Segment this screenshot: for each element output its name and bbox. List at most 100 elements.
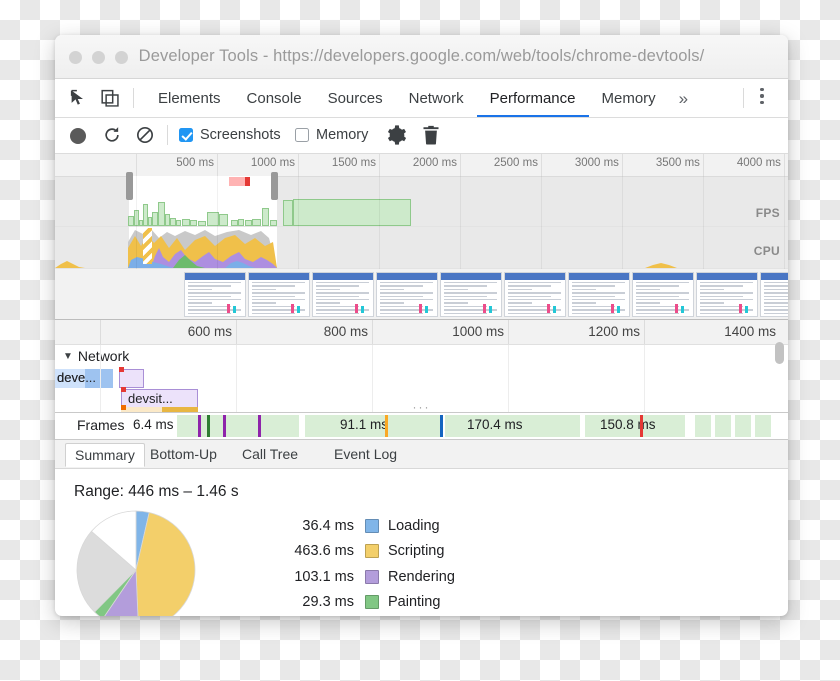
memory-checkbox-box[interactable] (295, 128, 309, 142)
network-request-bar-text: deve... (55, 369, 113, 388)
thumbnail-text-line (252, 288, 276, 291)
thumbnail-accent-cyan (233, 306, 236, 313)
flamechart-gridline (508, 345, 509, 412)
memory-checkbox[interactable]: Memory (295, 127, 368, 143)
overview-gridline (621, 176, 623, 269)
tab-network[interactable]: Network (396, 80, 477, 117)
overview-handle-right[interactable] (271, 172, 278, 200)
thumbnail-text-line (252, 282, 305, 284)
reload-icon[interactable] (102, 125, 122, 145)
legend-label: Painting (388, 594, 441, 611)
thumbnail-text-line (700, 305, 744, 308)
cpu-area-chart (55, 229, 677, 268)
overview-tick-label: 1500 ms (331, 157, 376, 169)
overview-tick: 4000 ms (702, 154, 785, 176)
tab-elements[interactable]: Elements (145, 80, 234, 117)
screenshots-checkbox[interactable]: Screenshots (179, 127, 281, 143)
frame-block[interactable] (755, 415, 771, 437)
filmstrip-thumbnail[interactable] (568, 272, 630, 317)
tabbar-divider (133, 88, 134, 108)
thumbnail-text-line (444, 292, 497, 294)
filmstrip-thumbnail[interactable] (312, 272, 374, 317)
frame-block[interactable] (177, 415, 299, 437)
thumbnail-text-line (764, 295, 788, 297)
details-tab-bottom-up[interactable]: Bottom-Up (141, 443, 226, 467)
frame-block[interactable] (735, 415, 751, 437)
overview-ruler: 500 ms 1000 ms 1500 ms 2000 ms 2500 ms 3000 m… (55, 154, 788, 177)
legend-label: Loading (388, 517, 440, 534)
device-toolbar-icon[interactable] (100, 88, 121, 109)
frames-track[interactable]: Frames 91.1 ms 170.4 ms 150.8 ms 6.4 ms (55, 412, 788, 440)
record-circle-icon[interactable] (70, 128, 86, 144)
thumbnail-text-line (188, 288, 212, 291)
kebab-menu-icon[interactable] (753, 88, 771, 108)
overview-handle-left[interactable] (126, 172, 133, 200)
frame-block[interactable] (695, 415, 711, 437)
fps-label: FPS (755, 206, 780, 220)
filmstrip[interactable] (55, 268, 788, 319)
overview-tick-label: 500 ms (176, 157, 214, 169)
filmstrip-thumbnail[interactable] (504, 272, 566, 317)
thumbnail-accent-cyan (553, 306, 556, 313)
details-tab-call-tree[interactable]: Call Tree (233, 443, 307, 467)
screenshots-checkbox-box[interactable] (179, 128, 193, 142)
trash-icon[interactable] (420, 124, 442, 146)
gear-icon[interactable] (385, 124, 407, 146)
filmstrip-thumbnail[interactable] (632, 272, 694, 317)
legend-row: 36.4 ms Loading (282, 513, 455, 539)
timeline-overview[interactable]: 500 ms 1000 ms 1500 ms 2000 ms 2500 ms 3000 m… (55, 154, 788, 319)
frame-block[interactable] (715, 415, 731, 437)
thumbnail-text-line (252, 298, 305, 301)
thumbnail-text-line (764, 292, 788, 294)
thumbnail-text-line (444, 305, 488, 308)
overview-tick: 2000 ms (378, 154, 461, 176)
network-track[interactable]: ▼ Network deve... deve... devsit... ··· (55, 345, 788, 412)
details-tab-summary[interactable]: Summary (65, 443, 145, 467)
thumbnail-text-line (316, 282, 369, 284)
filmstrip-thumbnail[interactable] (376, 272, 438, 317)
overview-tick: 1500 ms (297, 154, 380, 176)
thumbnail-text-line (572, 288, 596, 291)
thumbnail-text-line (572, 292, 625, 294)
overview-gridline (540, 176, 542, 269)
tab-console[interactable]: Console (234, 80, 315, 117)
flamechart-tick: 600 ms (100, 320, 237, 344)
details-tab-event-log[interactable]: Event Log (325, 443, 406, 467)
tab-performance[interactable]: Performance (476, 80, 589, 117)
filmstrip-thumbnail[interactable] (248, 272, 310, 317)
thumbnail-accent-pink (227, 304, 230, 313)
overview-tick-label: 2000 ms (412, 157, 457, 169)
thumbnail-text-line (380, 298, 433, 301)
clear-prohibited-icon[interactable] (135, 125, 155, 145)
thumbnail-text-line (188, 285, 232, 287)
network-section-header[interactable]: ▼ Network (63, 348, 129, 364)
flamechart-gridline (644, 345, 645, 412)
network-overflow-indicator[interactable]: ··· (55, 401, 788, 412)
frame-marker (207, 415, 210, 437)
tab-sources[interactable]: Sources (315, 80, 396, 117)
thumbnail-text-line (764, 305, 788, 308)
thumbnail-text-line (764, 288, 788, 291)
legend-swatch-scripting (365, 544, 379, 559)
frame-marker (385, 415, 388, 437)
filmstrip-thumbnail[interactable] (696, 272, 758, 317)
thumbnail-header (505, 273, 565, 280)
filmstrip-thumbnail[interactable] (184, 272, 246, 317)
frame-marker (440, 415, 443, 437)
thumbnail-text-line (700, 288, 724, 291)
filmstrip-thumbnail[interactable] (760, 272, 788, 317)
thumbnail-text-line (572, 302, 596, 304)
inspect-element-icon[interactable] (69, 88, 90, 109)
fps-bar (158, 202, 165, 226)
tab-memory[interactable]: Memory (589, 80, 669, 117)
thumbnail-text-line (508, 305, 552, 308)
overview-tick: 3000 ms (540, 154, 623, 176)
network-priority-dot (119, 367, 124, 372)
thumbnail-text-line (444, 285, 488, 287)
network-request-0-label: deve... (57, 370, 97, 385)
flamechart-scrollbar-thumb[interactable] (775, 342, 784, 364)
chevron-down-icon[interactable]: ▼ (63, 351, 73, 362)
more-tabs-icon[interactable]: » (669, 80, 698, 117)
flamechart-tick: 1000 ms (372, 320, 509, 344)
filmstrip-thumbnail[interactable] (440, 272, 502, 317)
